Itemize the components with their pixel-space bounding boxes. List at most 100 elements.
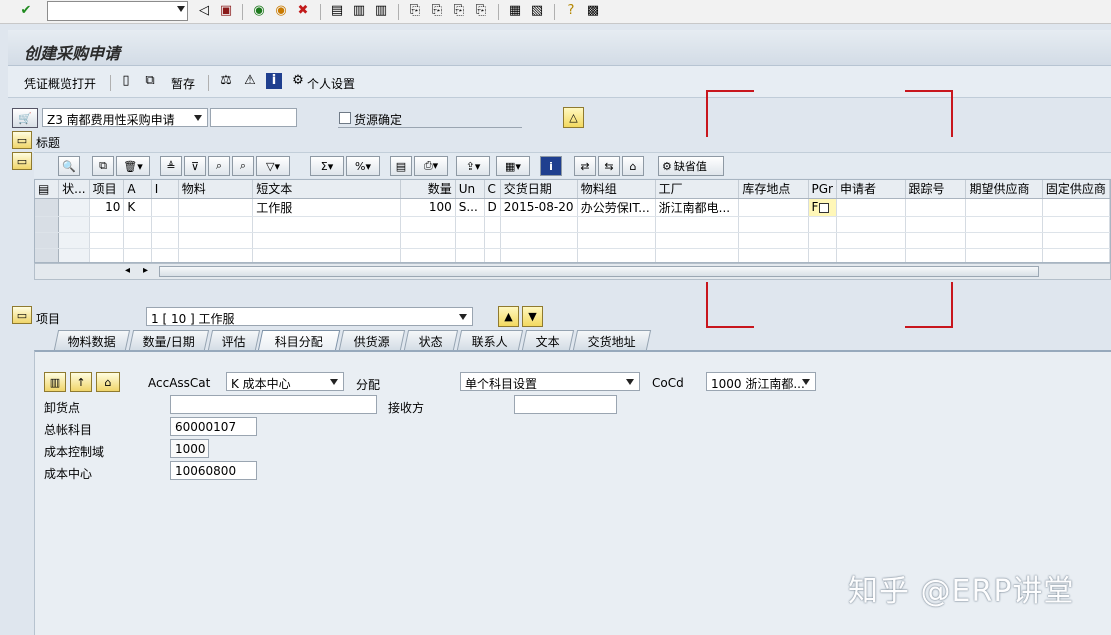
column-header[interactable]: 申请者 xyxy=(836,180,906,199)
table-cell[interactable] xyxy=(400,216,456,233)
table-cell[interactable]: S... xyxy=(455,198,485,217)
assign-source-icon[interactable]: ⇆ xyxy=(598,156,620,176)
table-cell[interactable] xyxy=(400,248,456,262)
layout-menu-icon[interactable]: ▩ xyxy=(585,3,601,19)
table-cell[interactable] xyxy=(455,216,485,233)
table-cell[interactable] xyxy=(123,216,152,233)
column-header[interactable]: 期望供应商 xyxy=(965,180,1043,199)
table-cell[interactable] xyxy=(455,232,485,249)
item-select[interactable]: 1 [ 10 ] 工作服 xyxy=(146,307,473,326)
personal-settings-icon[interactable]: ⚙ xyxy=(290,73,306,89)
table-cell[interactable] xyxy=(484,232,501,249)
table-cell[interactable] xyxy=(178,248,254,262)
column-header[interactable]: 短文本 xyxy=(252,180,402,199)
export-icon[interactable]: ⇪▾ xyxy=(456,156,490,176)
table-cell[interactable] xyxy=(655,232,740,249)
filter-icon[interactable]: ⊽ xyxy=(184,156,206,176)
first-page-icon[interactable]: ⎘ xyxy=(407,3,423,19)
table-cell[interactable] xyxy=(808,232,837,249)
triangle-left-icon[interactable]: ◁ xyxy=(196,3,212,19)
tab-delivery-address[interactable]: 交货地址 xyxy=(572,330,652,350)
recipient-field[interactable] xyxy=(514,395,617,414)
row-selector[interactable] xyxy=(35,198,60,217)
row-selector[interactable] xyxy=(35,248,60,262)
multiple-account-icon[interactable]: ↑ xyxy=(70,372,92,392)
table-cell[interactable] xyxy=(655,216,740,233)
table-cell[interactable] xyxy=(151,248,179,262)
distribution-select[interactable]: 单个科目设置 xyxy=(460,372,640,391)
source-determination-checkbox[interactable] xyxy=(339,112,351,124)
scroll-right-icon[interactable]: ▸ xyxy=(143,265,148,276)
exit-icon[interactable]: ◉ xyxy=(273,3,289,19)
previous-page-icon[interactable]: ⎘ xyxy=(429,3,445,19)
table-cell[interactable] xyxy=(905,198,967,217)
table-cell[interactable] xyxy=(1042,216,1110,233)
collapse-item-detail-icon[interactable]: ▭ xyxy=(12,306,32,324)
table-cell[interactable] xyxy=(151,232,179,249)
table-cell[interactable] xyxy=(738,232,809,249)
command-field[interactable] xyxy=(47,1,188,21)
cost-center-field[interactable]: 10060800 xyxy=(170,461,257,480)
tab-status[interactable]: 状态 xyxy=(403,330,459,350)
table-row[interactable] xyxy=(35,232,1110,249)
table-cell[interactable] xyxy=(965,198,1043,217)
tab-contact-person[interactable]: 联系人 xyxy=(456,330,524,350)
check-icon[interactable]: ⚖ xyxy=(218,73,234,89)
acc-ass-cat-select[interactable]: K 成本中心 xyxy=(226,372,344,391)
table-cell[interactable] xyxy=(577,248,656,262)
table-cell[interactable] xyxy=(123,232,152,249)
table-cell[interactable] xyxy=(123,248,152,262)
table-cell[interactable] xyxy=(252,232,402,249)
row-selector[interactable] xyxy=(35,232,60,249)
print-icon[interactable]: ▤ xyxy=(329,3,345,19)
collapse-items-icon[interactable]: ▭ xyxy=(12,152,32,170)
table-cell[interactable] xyxy=(455,248,485,262)
delete-row-icon[interactable]: 🗑▾ xyxy=(116,156,150,176)
table-cell[interactable] xyxy=(89,216,125,233)
transfer-icon[interactable]: ⇄ xyxy=(574,156,596,176)
table-cell[interactable] xyxy=(1042,198,1110,217)
new-session-icon[interactable]: ▦ xyxy=(507,3,523,19)
table-cell-pgr[interactable]: F xyxy=(808,198,837,217)
table-row[interactable] xyxy=(35,248,1110,262)
account-assignment-icon[interactable]: ⌂ xyxy=(622,156,644,176)
column-header[interactable]: I xyxy=(151,180,179,199)
table-cell[interactable] xyxy=(484,216,501,233)
table-cell[interactable]: 10 xyxy=(89,198,125,217)
detail-icon[interactable]: 🔍 xyxy=(58,156,80,176)
table-cell[interactable] xyxy=(905,248,967,262)
table-cell[interactable]: 浙江南都电... xyxy=(655,198,740,217)
copy-document-icon[interactable]: ⧉ xyxy=(142,73,158,89)
table-cell[interactable]: 100 xyxy=(400,198,456,217)
find-icon[interactable]: ▥ xyxy=(351,3,367,19)
table-cell[interactable] xyxy=(400,232,456,249)
table-cell[interactable] xyxy=(905,216,967,233)
table-cell[interactable] xyxy=(577,232,656,249)
info-icon[interactable]: i xyxy=(266,73,282,89)
table-cell[interactable] xyxy=(836,216,906,233)
table-cell[interactable] xyxy=(178,216,254,233)
table-cell[interactable] xyxy=(151,216,179,233)
new-document-icon[interactable]: ▯ xyxy=(118,73,134,89)
table-cell[interactable] xyxy=(577,216,656,233)
column-header[interactable]: 状... xyxy=(58,180,90,199)
back-icon[interactable]: ◉ xyxy=(251,3,267,19)
table-cell[interactable] xyxy=(738,216,809,233)
column-header[interactable]: 项目 xyxy=(89,180,125,199)
table-row[interactable] xyxy=(35,216,1110,233)
column-header[interactable]: 物料 xyxy=(178,180,254,199)
table-cell[interactable] xyxy=(252,216,402,233)
column-header[interactable]: C xyxy=(484,180,501,199)
table-cell[interactable] xyxy=(89,232,125,249)
column-header[interactable]: 固定供应商 xyxy=(1042,180,1110,199)
layout-icon[interactable]: ▦▾ xyxy=(496,156,530,176)
select-all-icon[interactable]: ▤ xyxy=(35,180,60,199)
table-cell[interactable] xyxy=(836,232,906,249)
tab-material-data[interactable]: 物料数据 xyxy=(53,330,131,350)
shortcut-icon[interactable]: ▧ xyxy=(529,3,545,19)
table-cell[interactable] xyxy=(178,232,254,249)
account-details-icon[interactable]: ⌂ xyxy=(96,372,120,392)
tab-texts[interactable]: 文本 xyxy=(521,330,575,350)
table-cell[interactable] xyxy=(808,248,837,262)
table-cell[interactable] xyxy=(500,216,578,233)
